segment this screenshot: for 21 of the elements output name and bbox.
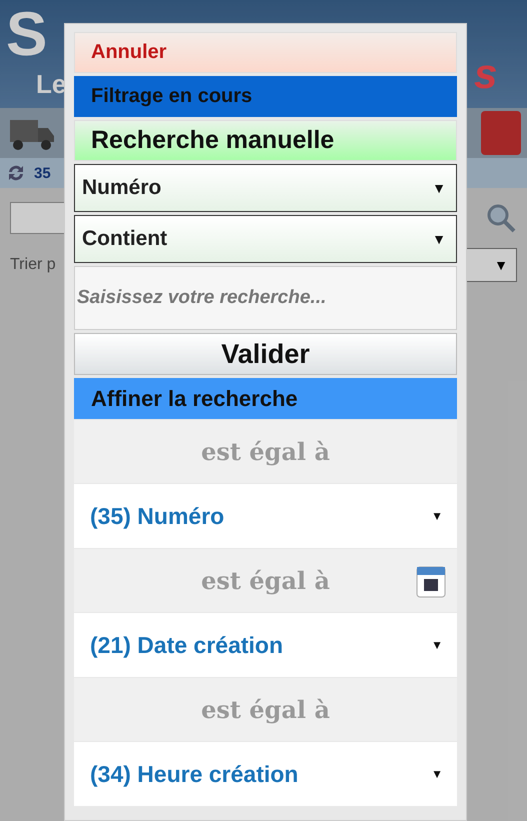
sort-label: Trier p — [10, 256, 56, 274]
search-input[interactable]: Saisissez votre recherche... — [74, 266, 457, 330]
validate-button[interactable]: Valider — [74, 333, 457, 375]
section-heading: Affiner la recherche — [74, 378, 457, 419]
field-dropdown[interactable]: (21) Date création ▼ — [74, 613, 457, 677]
logo-text: S — [6, 0, 48, 70]
field-select[interactable]: Numéro ▼ — [74, 164, 457, 212]
field-dropdown[interactable]: (35) Numéro ▼ — [74, 484, 457, 548]
cancel-button[interactable]: Annuler — [74, 32, 457, 73]
status-bar: Filtrage en cours — [74, 76, 457, 117]
operator-label: est égal à — [201, 437, 330, 466]
logo-text: s — [474, 50, 498, 98]
search-icon[interactable] — [485, 202, 517, 234]
operator-select[interactable]: Contient ▼ — [74, 215, 457, 263]
operator-label: est égal à — [201, 695, 330, 724]
operator-label: est égal à — [201, 566, 330, 595]
field-dropdown[interactable]: (34) Heure création ▼ — [74, 742, 457, 806]
section-heading: Recherche manuelle — [74, 120, 457, 161]
count-text: 35 — [34, 164, 51, 182]
refresh-icon[interactable] — [6, 163, 26, 183]
logo-text: Le — [36, 70, 66, 98]
